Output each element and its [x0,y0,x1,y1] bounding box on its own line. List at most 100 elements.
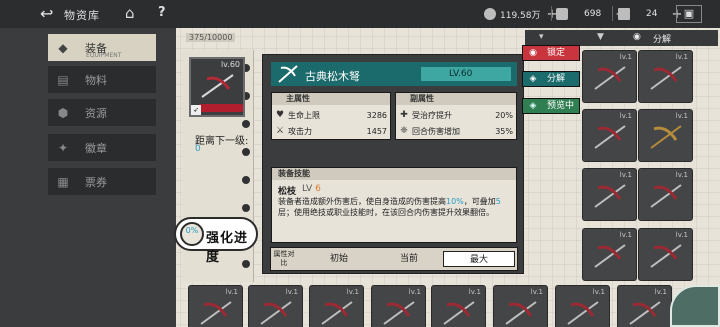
preview-label: 预览中 [547,101,575,111]
compare-label: 属性对比 [273,250,295,267]
material-icon: ▤ [57,72,69,87]
weapon-header: 古典松木弩 LV.60 [271,62,517,86]
slot-level: lv.1 [408,288,421,296]
ticket-value: 24 [646,9,658,19]
weapon-detail-panel: 古典松木弩 LV.60 主属性 ♥ 生命上限 3286 ⚔ 攻击力 1457 副… [262,54,524,274]
weapon-level: LV.60 [421,67,511,81]
gem-counter: 698 + [556,5,626,23]
star-rating [199,104,243,112]
sub-attribute-box: 副属性 ✚ 受治疗提升 20% ❈ 回合伤害增加 35% [395,92,517,140]
ticket-icon [618,8,630,20]
skill-description: 装备者造成额外伤害后，使自身造成的伤害提高10%，可叠加5层；使用绝技或职业技能… [278,197,501,217]
slot-level: lv.1 [346,288,359,296]
crossbow-icon [443,301,475,325]
split-label: 分解 [547,74,566,84]
next-level-value: 0 [195,144,201,154]
weapon-type-icon: ➶ [191,105,201,115]
badge-icon: ✦ [57,140,69,155]
slot-level: lv.1 [592,288,605,296]
sidebar-item-equipment[interactable]: ◆ 装备 EQUIPMENT [48,34,156,61]
turn-damage-icon: ❈ [400,126,408,136]
lock-icon: ◉ [529,48,537,58]
lock-button[interactable]: ◉ 锁定 [522,45,580,61]
sidebar-item-badge[interactable]: ✦ 徽章 [48,134,156,161]
compare-max-button[interactable]: 最大 [443,251,515,267]
attribute-row: ♥ 生命上限 3286 [275,108,389,122]
top-bar: ↩ 物资库 ⌂ ? 119.58万 + 698 + 24 + ▣ [0,0,720,28]
ticket-icon: ▦ [57,174,69,189]
crossbow-icon [594,244,626,268]
inventory-slot[interactable]: lv.1 [582,168,637,221]
slot-level: lv.1 [619,231,632,239]
sidebar-item-ticket[interactable]: ▦ 票券 [48,168,156,195]
back-arrow-icon[interactable]: ↩ [40,5,62,23]
slot-level: lv.1 [225,288,238,296]
inventory-capacity: 375/10000 [186,33,236,42]
inventory-slot[interactable]: lv.1 [309,285,364,327]
inventory-slot[interactable]: lv.1 [431,285,486,327]
inventory-slot[interactable]: lv.1 [248,285,303,327]
crossbow-icon [383,301,415,325]
inventory-slot[interactable]: lv.1 [582,228,637,281]
inventory-slot[interactable]: lv.1 [371,285,426,327]
sidebar-item-label: 徽章 [85,141,107,155]
sidebar-item-label: 资源 [85,106,107,120]
inventory-slot[interactable]: lv.1 [638,168,693,221]
crossbow-icon [567,301,599,325]
sub-attribute-title: 副属性 [396,93,516,105]
filter-icon[interactable]: ▼ [597,32,604,42]
preview-button[interactable]: ◈ 预览中 [522,98,580,114]
attack-icon: ⚔ [275,126,285,136]
main-attribute-box: 主属性 ♥ 生命上限 3286 ⚔ 攻击力 1457 [271,92,391,140]
weapon-name: 古典松木弩 [305,70,360,83]
heart-icon: ♥ [275,110,285,120]
inventory-slot[interactable]: lv.1 [188,285,243,327]
split-button[interactable]: ◈ 分解 [522,71,580,87]
slot-level: lv.1 [675,231,688,239]
inventory-slot[interactable]: lv.1 [582,50,637,103]
attribute-row: ✚ 受治疗提升 20% [399,108,515,122]
slot-level: lv.1 [619,171,632,179]
next-level-label: 距离下一级: [195,136,249,147]
home-icon[interactable]: ⌂ [125,5,141,21]
sort-icon[interactable]: ▾ [539,32,544,42]
attribute-value: 35% [495,126,513,136]
enhance-progress-button[interactable]: 0% 强化进度 [174,217,258,265]
equipment-icon: ◆ [58,40,68,55]
inventory-slot[interactable]: lv.1 [638,109,693,162]
inventory-slot[interactable]: lv.1 [493,285,548,327]
page-title: 物资库 [64,9,100,22]
inventory-slot[interactable]: lv.1 [617,285,672,327]
crossbow-icon [260,301,292,325]
sidebar-item-resource[interactable]: ⬢ 资源 [48,99,156,126]
compare-current-button[interactable]: 当前 [381,251,437,267]
attribute-row: ❈ 回合伤害增加 35% [399,124,515,138]
crossbow-icon [321,301,353,325]
inventory-slot[interactable]: lv.1 [638,50,693,103]
inventory-slot[interactable]: lv.1 [555,285,610,327]
inventory-slot[interactable]: lv.1 [582,109,637,162]
sidebar-item-label: 物料 [85,73,107,87]
sidebar-item-sub: EQUIPMENT [86,52,122,59]
inventory-slot[interactable]: lv.1 [638,228,693,281]
slot-level: lv.1 [530,288,543,296]
mail-icon[interactable]: ▣ [676,5,702,23]
currency-counter: 119.58万 + [484,5,557,23]
attribute-value: 20% [495,110,513,120]
slot-level: lv.1 [675,53,688,61]
split-filter-label[interactable]: 分解 [653,32,671,45]
skill-box: 装备技能 松枝 LV 6 装备者造成额外伤害后，使自身造成的伤害提高10%，可叠… [271,167,517,243]
slot-level: lv.1 [468,288,481,296]
attribute-compare-bar: 属性对比 初始 当前 最大 [270,247,518,271]
weapon-portrait: lv.60 ➶ [189,57,245,117]
compare-initial-button[interactable]: 初始 [311,251,367,267]
corner-badge[interactable] [670,285,720,327]
divider [551,6,552,21]
slot-level: lv.1 [619,53,632,61]
slot-level: lv.1 [675,171,688,179]
sidebar-item-material[interactable]: ▤ 物料 [48,66,156,93]
help-icon[interactable]: ? [158,5,166,20]
visibility-icon[interactable]: ◉ [633,32,641,42]
slot-level: lv.1 [285,288,298,296]
eye-icon: ◈ [529,101,537,111]
